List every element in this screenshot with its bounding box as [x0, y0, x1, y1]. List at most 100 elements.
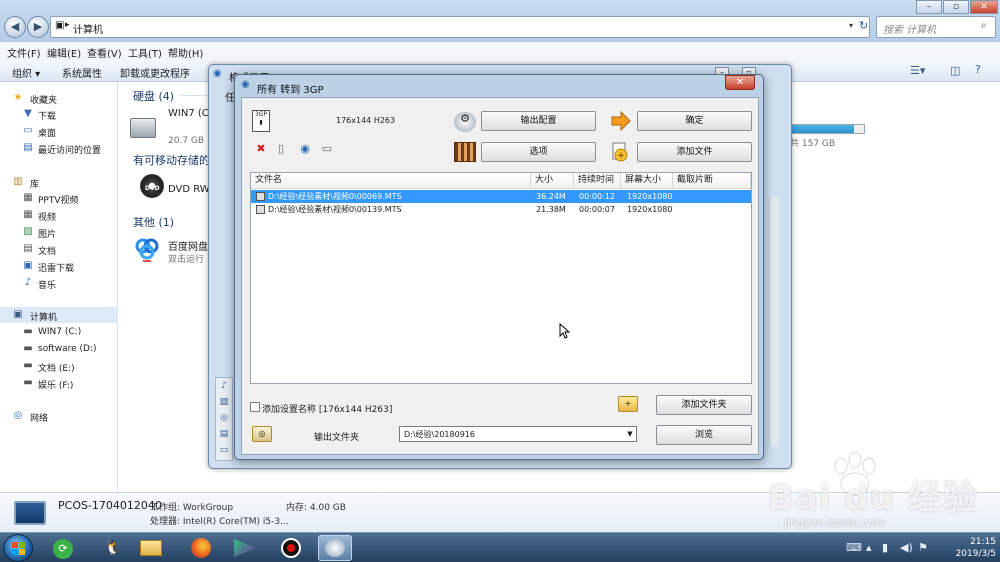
taskbar-explorer-icon[interactable]: [134, 535, 168, 561]
column-duration[interactable]: 持续时间: [574, 173, 621, 189]
taskbar-firefox-icon[interactable]: [184, 535, 218, 561]
column-filename[interactable]: 文件名: [251, 173, 531, 189]
desktop-icon: ▭: [23, 125, 33, 136]
play-file-icon[interactable]: ◉: [298, 142, 312, 156]
options-button[interactable]: 选项: [481, 142, 596, 162]
nav-network[interactable]: ◎ 网络: [0, 408, 118, 424]
rom-category-icon[interactable]: ◎: [218, 412, 230, 424]
clear-list-icon[interactable]: ▯: [274, 142, 288, 156]
output-folder-label: 输出文件夹: [314, 433, 360, 443]
close-button[interactable]: ✕: [970, 0, 998, 14]
picture-category-icon[interactable]: ▧: [218, 396, 230, 408]
add-setting-name-checkbox[interactable]: [250, 402, 260, 412]
menu-file[interactable]: 文件(F): [7, 45, 41, 60]
tray-network-icon[interactable]: ▮: [882, 541, 888, 554]
column-clip[interactable]: 截取片断: [673, 173, 751, 189]
table-row[interactable]: D:\经验\经验素材\视频0\00139.MTS 21.38M 00:00:07…: [251, 203, 751, 216]
tray-expand-icon[interactable]: ▴: [866, 541, 872, 554]
nav-pictures[interactable]: ▧ 图片: [0, 224, 118, 240]
maximize-button[interactable]: ▫: [943, 0, 969, 14]
output-folder-icon[interactable]: ◎: [252, 426, 272, 442]
nav-libraries[interactable]: ▥ 库: [0, 174, 118, 190]
ok-arrow-icon: [610, 110, 632, 132]
hard-drive-icon[interactable]: [130, 118, 156, 138]
section-other[interactable]: 其他 (1): [133, 214, 174, 230]
watermark-url: jingyan.baidu.com: [784, 516, 886, 529]
menu-view[interactable]: 查看(V): [87, 45, 122, 60]
taskbar-record-icon[interactable]: [274, 535, 308, 561]
nav-drive-d[interactable]: ▬ software (D:): [0, 341, 118, 357]
dvd-drive-name[interactable]: DVD RW: [168, 184, 210, 195]
nav-drive-f[interactable]: ▬ 娱乐 (F:): [0, 375, 118, 391]
nav-drive-c[interactable]: ▬ WIN7 (C:): [0, 324, 118, 340]
nav-xunlei[interactable]: ▣ 迅雷下载: [0, 258, 118, 274]
section-removable[interactable]: 有可移动存储的: [133, 152, 210, 168]
table-row[interactable]: D:\经验\经验素材\视频0\00069.MTS 36.24M 00:00:12…: [251, 190, 751, 203]
minimize-button[interactable]: –: [916, 0, 942, 14]
nav-pptv[interactable]: ▦ PPTV视频: [0, 190, 118, 206]
uninstall-button[interactable]: 卸载或更改程序: [120, 65, 190, 80]
tools-category-icon[interactable]: ▤: [218, 428, 230, 440]
menu-help[interactable]: 帮助(H): [168, 45, 203, 60]
menu-edit[interactable]: 编辑(E): [47, 45, 81, 60]
help-icon[interactable]: ?: [975, 63, 981, 76]
output-folder-select[interactable]: D:\经验\20180916 ▼: [399, 426, 637, 442]
nav-recent[interactable]: ▤ 最近访问的位置: [0, 140, 118, 156]
view-options-icon[interactable]: ☰▾: [910, 64, 925, 77]
nav-documents[interactable]: ▤ 文档: [0, 241, 118, 257]
browse-button[interactable]: 浏览: [656, 425, 752, 445]
search-input[interactable]: 搜索 计算机 ⌕: [876, 16, 996, 38]
nav-favorites[interactable]: ★ 收藏夹: [0, 90, 118, 106]
organize-button[interactable]: 组织 ▾: [12, 65, 40, 80]
chevron-down-icon[interactable]: ▼: [623, 427, 637, 441]
ff-scrollbar[interactable]: [769, 197, 779, 447]
ok-button[interactable]: 确定: [637, 111, 752, 131]
nav-computer[interactable]: ▣ 计算机: [0, 307, 118, 323]
column-size[interactable]: 大小: [531, 173, 574, 189]
preview-pane-icon[interactable]: ◫: [950, 64, 960, 77]
system-clock[interactable]: 21:15 2019/3/5: [930, 536, 996, 560]
nav-desktop[interactable]: ▭ 桌面: [0, 123, 118, 139]
remove-icon[interactable]: ✖: [254, 142, 268, 156]
3gp-device-icon: 3GP ▮: [252, 110, 270, 132]
music-note-icon: ♪: [24, 277, 32, 288]
tray-volume-icon[interactable]: ◀): [900, 541, 913, 554]
nav-downloads[interactable]: ▼ 下载: [0, 106, 118, 122]
dialog-close-button[interactable]: ✕: [725, 75, 755, 90]
forward-arrow-icon[interactable]: ▶: [27, 16, 49, 38]
baidu-netdisk-icon[interactable]: [134, 236, 160, 262]
baidu-netdisk-name[interactable]: 百度网盘: [168, 238, 208, 253]
search-icon[interactable]: ⌕: [981, 20, 987, 31]
system-properties-button[interactable]: 系统属性: [62, 65, 102, 80]
nav-label: 音乐: [38, 281, 57, 291]
column-screen-size[interactable]: 屏幕大小: [621, 173, 673, 189]
audio-category-icon[interactable]: ♪: [218, 380, 230, 392]
nav-drive-e[interactable]: ▬ 文档 (E:): [0, 358, 118, 374]
menu-tools[interactable]: 工具(T): [128, 45, 162, 60]
add-folder-button[interactable]: 添加文件夹: [656, 395, 752, 415]
address-dropdown-icon[interactable]: ▾: [849, 21, 853, 30]
section-hard-disks[interactable]: 硬盘 (4): [133, 88, 174, 104]
taskbar-qq-icon[interactable]: 🐧: [96, 535, 130, 561]
drive-c-name[interactable]: WIN7 (C:: [168, 108, 212, 119]
start-button[interactable]: [3, 534, 33, 562]
taskbar-format-factory-icon[interactable]: [318, 535, 352, 561]
drive-capacity-bar: [790, 124, 865, 134]
refresh-icon[interactable]: ↻: [859, 19, 868, 32]
media-info-icon[interactable]: ▭: [320, 142, 334, 156]
folder-category-icon[interactable]: ▭: [218, 444, 230, 456]
tray-flag-icon[interactable]: ⚑: [918, 541, 928, 554]
add-file-button[interactable]: 添加文件: [637, 142, 752, 162]
output-config-button[interactable]: 输出配置: [481, 111, 596, 131]
clock-date: 2019/3/5: [955, 549, 996, 559]
drive-icon: ▬: [23, 360, 33, 371]
back-arrow-icon[interactable]: ◀: [4, 16, 26, 38]
address-bar[interactable]: ▣ ▸ 计算机 ▾ ↻: [50, 16, 870, 38]
address-text: 计算机: [73, 25, 103, 36]
nav-music[interactable]: ♪ 音乐: [0, 275, 118, 291]
nav-videos[interactable]: ▦ 视频: [0, 207, 118, 223]
dialog-body: 3GP ▮ 176x144 H263 ⚙ 输出配置 确定 ✖ ▯ ◉ ▭ 选项 +…: [241, 97, 759, 455]
taskbar-360-icon[interactable]: ⟳: [46, 535, 80, 561]
taskbar-video-app-icon[interactable]: [228, 535, 262, 561]
tray-keyboard-icon[interactable]: ⌨: [846, 541, 862, 554]
